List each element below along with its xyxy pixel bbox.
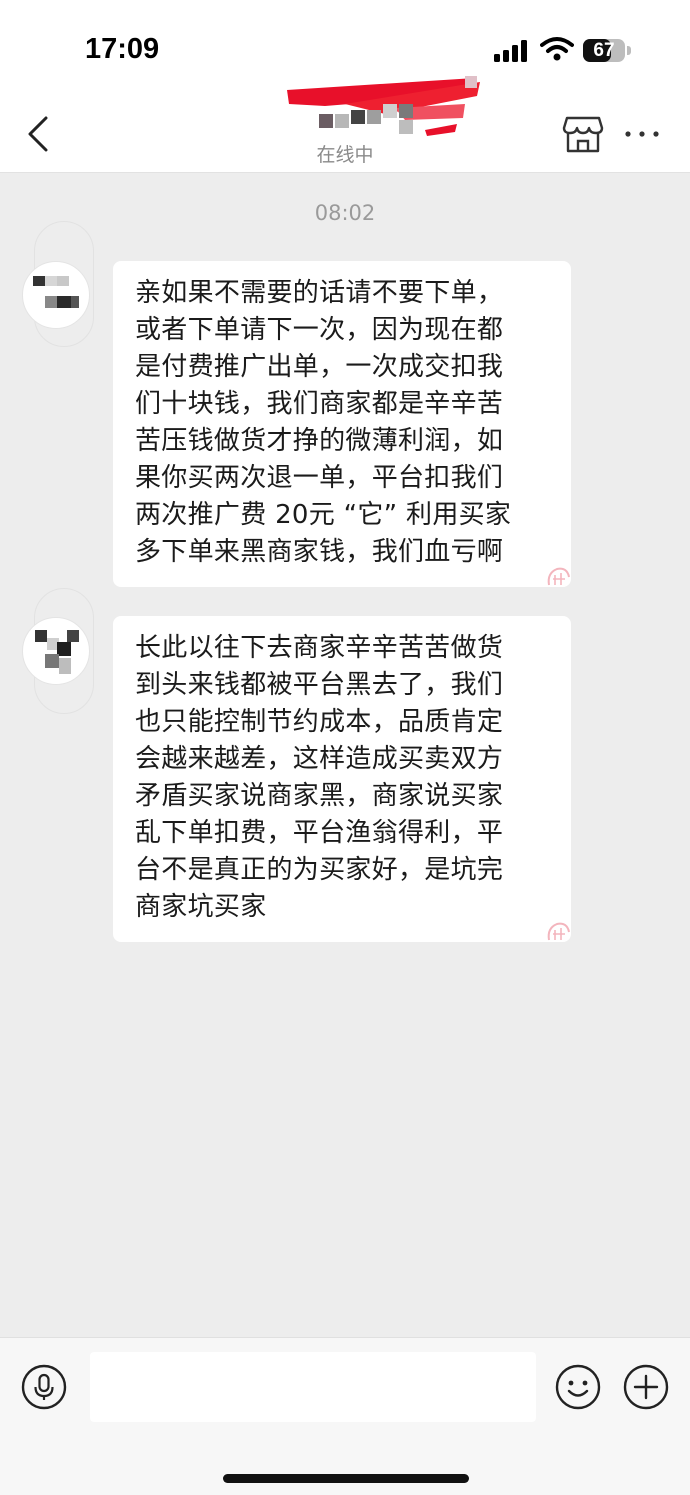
battery-cap bbox=[627, 46, 631, 55]
message-timestamp: 08:02 bbox=[314, 201, 376, 225]
message-text-line: 或者下单请下一次，因为现在都 bbox=[135, 315, 504, 345]
battery-icon: 67 bbox=[583, 39, 625, 62]
shop-icon[interactable] bbox=[562, 114, 604, 154]
message-text-line: 商家坑买家 bbox=[135, 892, 267, 922]
message-text-line: 果你买两次退一单，平台扣我们 bbox=[135, 463, 504, 493]
message-text-line: 矛盾买家说商家黑，商家说买家 bbox=[135, 781, 504, 811]
microphone-icon[interactable] bbox=[21, 1364, 67, 1410]
avatar-pixelated-image bbox=[33, 276, 79, 308]
smiley-icon[interactable] bbox=[555, 1364, 601, 1410]
home-indicator[interactable] bbox=[223, 1474, 469, 1483]
chat-message-list[interactable]: 08:02 亲如果不需要的话请不要下单， 或者下单请下一次，因为现在都 是付费推… bbox=[0, 173, 690, 1337]
message-text-line: 乱下单扣费，平台渔翁得利，平 bbox=[135, 818, 504, 848]
wifi-icon bbox=[540, 37, 574, 61]
message-bubble[interactable]: 亲如果不需要的话请不要下单， 或者下单请下一次，因为现在都 是付费推广出单，一次… bbox=[113, 261, 571, 587]
watermark-stamp-icon bbox=[547, 567, 570, 586]
message-input-bar bbox=[0, 1337, 690, 1495]
message-text-line: 也只能控制节约成本，品质肯定 bbox=[135, 707, 504, 737]
message-text-line: 会越来越差，这样造成买卖双方 bbox=[135, 744, 504, 774]
avatar[interactable] bbox=[22, 261, 90, 329]
message-text-line: 长此以往下去商家辛辛苦苦做货 bbox=[135, 633, 504, 663]
avatar[interactable] bbox=[22, 617, 90, 685]
message-text-line: 苦压钱做货才挣的微薄利润，如 bbox=[135, 426, 504, 456]
watermark-stamp-icon bbox=[547, 922, 570, 941]
message-text-line: 们十块钱，我们商家都是辛辛苦 bbox=[135, 389, 504, 419]
message-text-line: 到头来钱都被平台黑去了，我们 bbox=[135, 670, 504, 700]
message-text-line: 台不是真正的为买家好，是坑完 bbox=[135, 855, 504, 885]
chat-header: 在线中 bbox=[0, 76, 690, 173]
contact-name-redacted bbox=[287, 76, 480, 136]
message-text-line: 是付费推广出单，一次成交扣我 bbox=[135, 352, 504, 382]
avatar-pixelated-image bbox=[35, 630, 79, 674]
message-text-line: 两次推广费 20元 “它” 利用买家 bbox=[135, 500, 512, 530]
plus-circle-icon[interactable] bbox=[623, 1364, 669, 1410]
message-bubble[interactable]: 长此以往下去商家辛辛苦苦做货 到头来钱都被平台黑去了，我们 也只能控制节约成本，… bbox=[113, 616, 571, 942]
message-text-line: 多下单来黑商家钱，我们血亏啊 bbox=[135, 537, 504, 567]
status-time: 17:09 bbox=[85, 33, 160, 65]
cellular-signal-icon bbox=[494, 40, 527, 62]
battery-percentage: 67 bbox=[593, 40, 615, 61]
more-dots-icon[interactable] bbox=[622, 122, 662, 146]
message-text-input[interactable] bbox=[90, 1352, 536, 1422]
message-text-line: 亲如果不需要的话请不要下单， bbox=[135, 278, 504, 308]
